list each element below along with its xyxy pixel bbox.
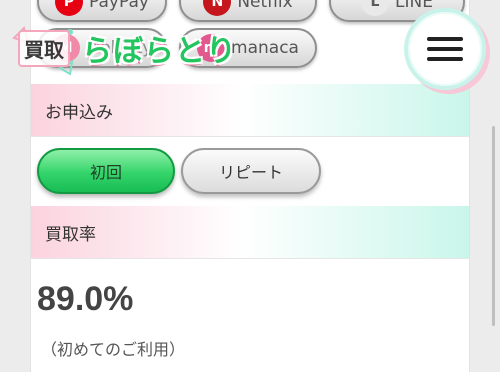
- purchase-rate-note: （初めてのご利用）: [41, 340, 186, 359]
- paypay-icon: P: [55, 0, 84, 16]
- site-logo[interactable]: 買取 らぼらとり: [10, 22, 270, 76]
- option-first-time-button[interactable]: 初回: [37, 148, 175, 194]
- scrollbar[interactable]: [492, 126, 495, 326]
- brand-button-label: Netflix: [237, 0, 293, 12]
- hamburger-menu-button[interactable]: [404, 8, 486, 90]
- option-repeat-button[interactable]: リピート: [181, 148, 321, 194]
- logo-badge-text: 買取: [18, 29, 70, 67]
- brand-button-netflix[interactable]: N Netflix: [179, 0, 317, 22]
- rate-heading: 買取率: [45, 224, 96, 245]
- brand-button-paypay[interactable]: P PayPay: [37, 0, 167, 22]
- menu-icon: [427, 37, 463, 41]
- rate-section-header: 買取率: [31, 206, 469, 258]
- apply-heading: お申込み: [45, 102, 113, 123]
- brand-button-label: LINE: [395, 0, 433, 12]
- menu-icon: [427, 57, 463, 61]
- brand-button-label: PayPay: [89, 0, 149, 12]
- logo-text: らぼらとり: [82, 34, 237, 69]
- purchase-rate-value: 89.0%: [37, 280, 134, 318]
- option-label: リピート: [218, 163, 283, 182]
- line-icon: L: [361, 0, 390, 16]
- apply-section-header: お申込み: [31, 84, 469, 136]
- menu-icon: [427, 47, 463, 51]
- divider: [31, 136, 469, 137]
- option-label: 初回: [89, 163, 122, 182]
- logo-badge: 買取: [10, 24, 78, 76]
- divider: [31, 258, 469, 259]
- netflix-icon: N: [203, 0, 232, 16]
